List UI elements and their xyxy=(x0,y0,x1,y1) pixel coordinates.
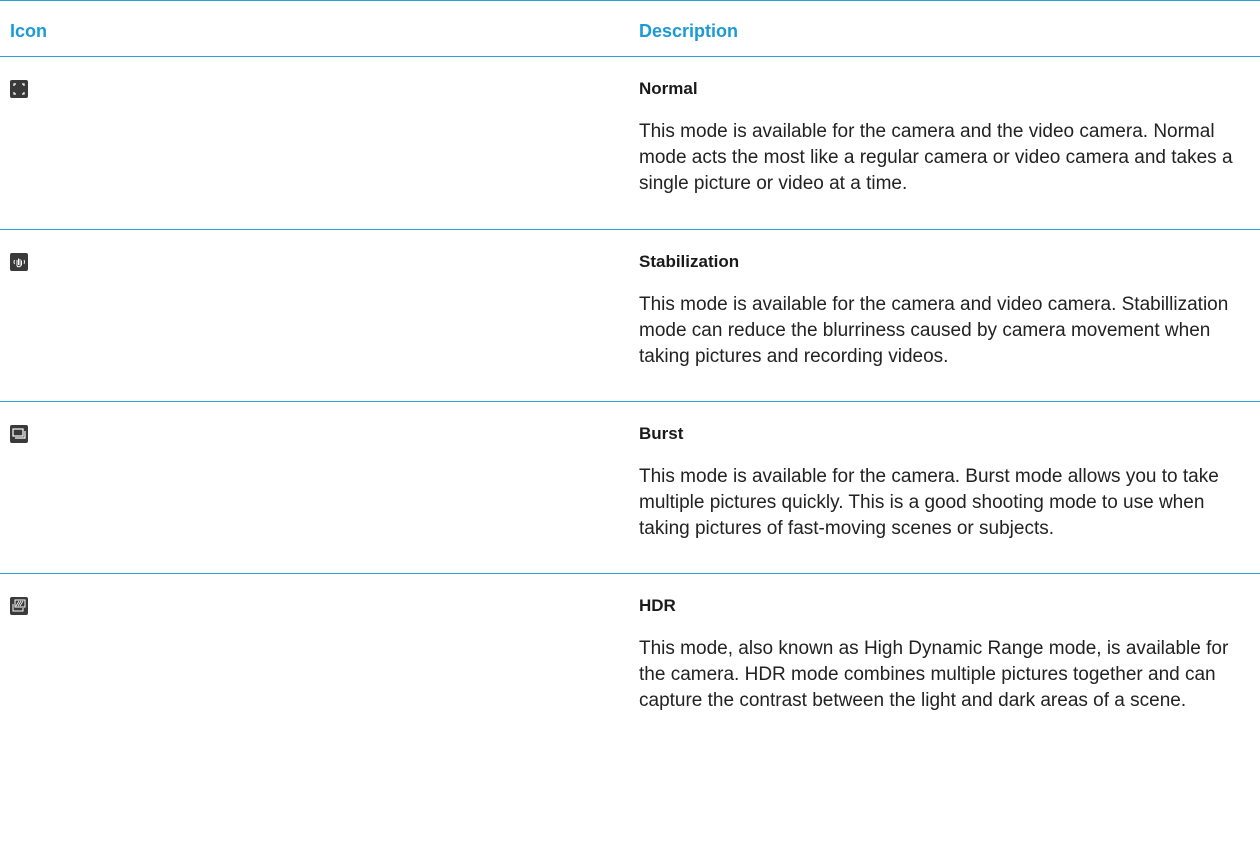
table-row: Normal This mode is available for the ca… xyxy=(0,57,1260,229)
row-title: Stabilization xyxy=(639,252,740,271)
row-title: Burst xyxy=(639,424,684,443)
row-description: HDR This mode, also known as High Dynami… xyxy=(639,596,1239,714)
row-title: HDR xyxy=(639,596,676,615)
row-title: Normal xyxy=(639,79,698,98)
stabilization-mode-icon xyxy=(10,253,28,271)
table-row: HDR This mode, also known as High Dynami… xyxy=(0,574,1260,794)
table-header: Icon Description xyxy=(0,1,1260,56)
row-description: Burst This mode is available for the cam… xyxy=(639,424,1239,542)
row-text: This mode, also known as High Dynamic Ra… xyxy=(639,638,1229,711)
camera-modes-table: Icon Description Normal This mode is ava… xyxy=(0,0,1260,794)
header-description-label: Description xyxy=(639,21,739,41)
row-text: This mode is available for the camera an… xyxy=(639,294,1229,367)
normal-mode-icon xyxy=(10,80,28,98)
row-description: Normal This mode is available for the ca… xyxy=(639,79,1239,197)
burst-mode-icon xyxy=(10,425,28,443)
table-row: Burst This mode is available for the cam… xyxy=(0,402,1260,573)
table-row: Stabilization This mode is available for… xyxy=(0,230,1260,401)
row-text: This mode is available for the camera an… xyxy=(639,121,1233,194)
header-icon-label: Icon xyxy=(10,21,48,41)
hdr-mode-icon xyxy=(10,597,28,615)
row-description: Stabilization This mode is available for… xyxy=(639,252,1239,370)
row-text: This mode is available for the camera. B… xyxy=(639,466,1219,539)
